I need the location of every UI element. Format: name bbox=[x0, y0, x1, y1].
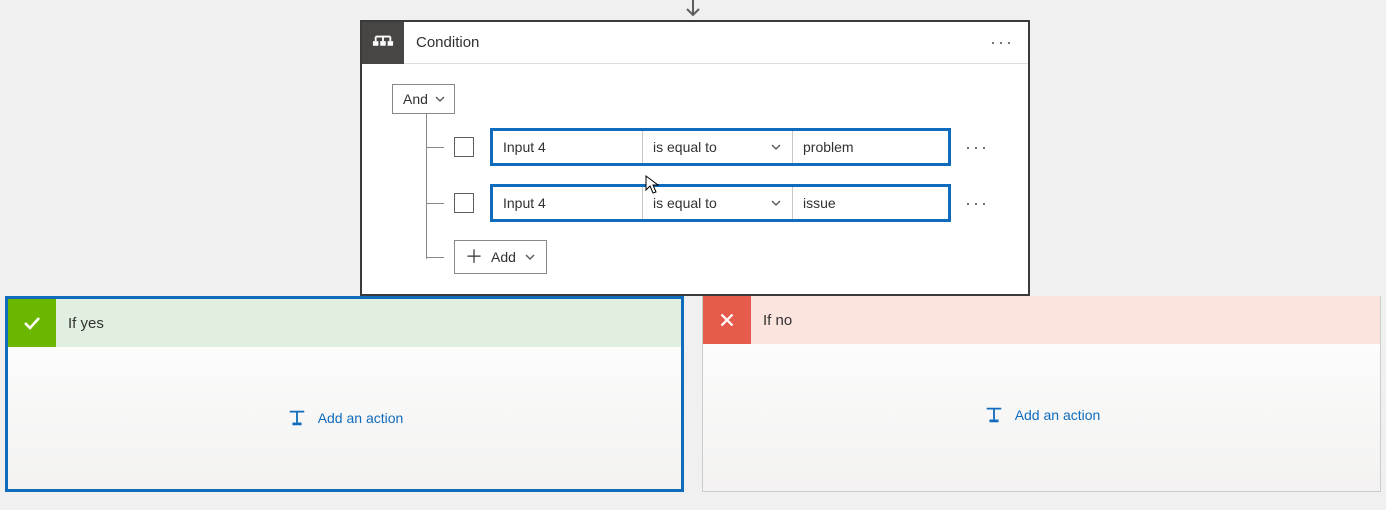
condition-operator-dropdown[interactable]: is equal to bbox=[643, 131, 793, 163]
plus-icon: ＋ bbox=[465, 248, 483, 266]
condition-header: Condition ··· bbox=[362, 22, 1028, 64]
condition-right-value: issue bbox=[803, 195, 836, 211]
condition-right-operand[interactable]: problem bbox=[793, 131, 948, 163]
condition-operator-label: is equal to bbox=[653, 139, 717, 155]
condition-rows: Input 4 is equal to problem ··· bbox=[402, 114, 998, 274]
if-no-body: Add an action bbox=[703, 344, 1380, 486]
condition-expression: Input 4 is equal to problem bbox=[490, 128, 951, 166]
add-row-container: ＋ Add bbox=[402, 240, 998, 274]
condition-row: Input 4 is equal to problem ··· bbox=[402, 128, 998, 166]
if-no-title: If no bbox=[763, 312, 792, 329]
add-action-label: Add an action bbox=[318, 410, 404, 426]
condition-left-value: Input 4 bbox=[503, 139, 546, 155]
group-operator-dropdown[interactable]: And bbox=[392, 84, 455, 114]
chevron-down-icon bbox=[434, 93, 446, 105]
condition-operator-label: is equal to bbox=[653, 195, 717, 211]
condition-title: Condition bbox=[404, 34, 976, 51]
condition-row: Input 4 is equal to issue ··· bbox=[402, 184, 998, 222]
if-no-branch: If no Add an action bbox=[702, 296, 1381, 492]
tree-connector bbox=[426, 257, 444, 258]
flow-arrow-down bbox=[683, 0, 703, 20]
group-operator-label: And bbox=[403, 91, 428, 107]
card-menu-button[interactable]: ··· bbox=[976, 32, 1028, 53]
condition-icon bbox=[362, 22, 404, 64]
condition-left-operand[interactable]: Input 4 bbox=[493, 187, 643, 219]
add-action-button[interactable]: Add an action bbox=[983, 405, 1101, 425]
if-yes-body: Add an action bbox=[8, 347, 681, 489]
add-condition-button[interactable]: ＋ Add bbox=[454, 240, 547, 274]
cross-icon bbox=[703, 296, 751, 344]
chevron-down-icon bbox=[770, 141, 782, 153]
condition-left-operand[interactable]: Input 4 bbox=[493, 131, 643, 163]
if-yes-title: If yes bbox=[68, 315, 104, 332]
if-yes-branch: If yes Add an action bbox=[5, 296, 684, 492]
condition-operator-dropdown[interactable]: is equal to bbox=[643, 187, 793, 219]
tree-connector bbox=[426, 203, 444, 204]
check-icon bbox=[8, 299, 56, 347]
condition-expression: Input 4 is equal to issue bbox=[490, 184, 951, 222]
condition-branches: If yes Add an action If no bbox=[5, 296, 1381, 492]
condition-card: Condition ··· And Input 4 is equal to bbox=[360, 20, 1030, 296]
tree-connector bbox=[426, 147, 444, 148]
add-action-icon bbox=[983, 405, 1005, 425]
if-no-header: If no bbox=[703, 296, 1380, 344]
add-action-icon bbox=[286, 408, 308, 428]
condition-right-value: problem bbox=[803, 139, 854, 155]
add-action-button[interactable]: Add an action bbox=[286, 408, 404, 428]
chevron-down-icon bbox=[524, 251, 536, 263]
add-button-label: Add bbox=[491, 249, 516, 265]
add-action-label: Add an action bbox=[1015, 407, 1101, 423]
chevron-down-icon bbox=[770, 197, 782, 209]
row-menu-button[interactable]: ··· bbox=[965, 193, 989, 214]
if-yes-header: If yes bbox=[8, 299, 681, 347]
row-select-checkbox[interactable] bbox=[454, 193, 474, 213]
row-menu-button[interactable]: ··· bbox=[965, 137, 989, 158]
condition-body: And Input 4 is equal to bbox=[362, 64, 1028, 294]
condition-left-value: Input 4 bbox=[503, 195, 546, 211]
condition-right-operand[interactable]: issue bbox=[793, 187, 948, 219]
row-select-checkbox[interactable] bbox=[454, 137, 474, 157]
